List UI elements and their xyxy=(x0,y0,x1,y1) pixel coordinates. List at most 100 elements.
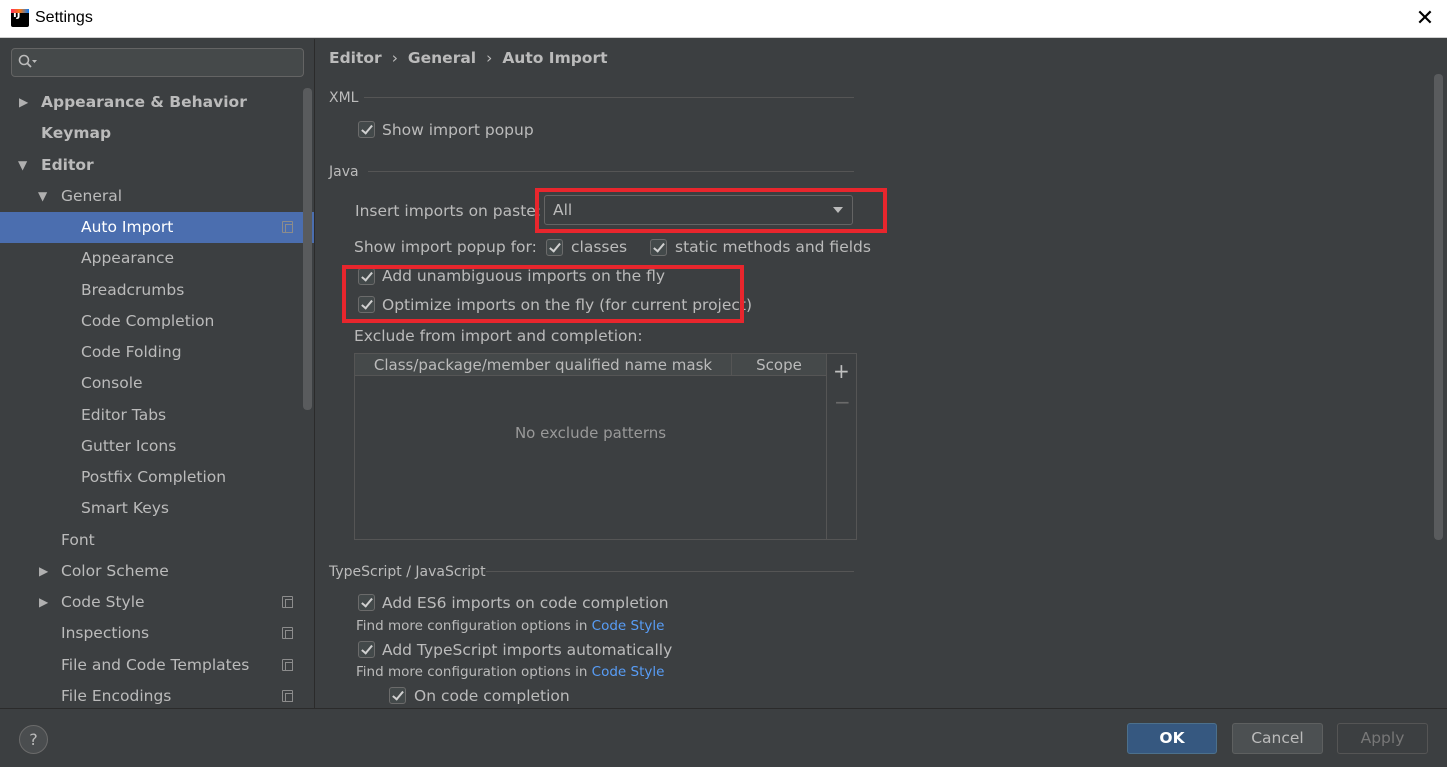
sidebar-item-editor-tabs[interactable]: Editor Tabs xyxy=(0,400,314,431)
sidebar-item-label: Editor Tabs xyxy=(81,406,167,424)
sidebar-item-code-completion[interactable]: Code Completion xyxy=(0,306,314,337)
on-code-completion-checkbox[interactable] xyxy=(389,687,406,704)
sidebar-item-keymap[interactable]: Keymap xyxy=(0,118,314,149)
sidebar-item-label: Smart Keys xyxy=(81,499,169,517)
sidebar-item-color-scheme[interactable]: ▶ Color Scheme xyxy=(0,556,314,587)
find-more-label: Find more configuration options in xyxy=(356,618,588,634)
settings-sidebar: ▶ Appearance & Behavior Keymap ▼ Editor … xyxy=(0,39,315,708)
breadcrumb-separator: › xyxy=(391,49,398,67)
ts-auto-imports-checkbox[interactable] xyxy=(358,641,375,658)
search-icon xyxy=(18,54,38,72)
find-more-text: Find more configuration options in Code … xyxy=(356,664,664,680)
project-settings-icon xyxy=(282,659,293,671)
table-header: Class/package/member qualified name mask… xyxy=(355,354,826,376)
ok-button[interactable]: OK xyxy=(1127,723,1217,754)
show-import-popup-label[interactable]: Show import popup xyxy=(382,121,534,139)
sidebar-item-label: Code Style xyxy=(61,593,145,611)
sidebar-item-console[interactable]: Console xyxy=(0,368,314,399)
intellij-logo-icon xyxy=(11,9,29,27)
empty-state-text: No exclude patterns xyxy=(514,424,667,442)
sidebar-item-appearance[interactable]: Appearance xyxy=(0,243,314,274)
sidebar-item-gutter-icons[interactable]: Gutter Icons xyxy=(0,431,314,462)
sidebar-item-label: Auto Import xyxy=(81,218,174,236)
table-toolbar-divider xyxy=(826,354,827,539)
exclude-table: Class/package/member qualified name mask… xyxy=(354,353,857,540)
content-scrollbar[interactable] xyxy=(1434,74,1443,540)
breadcrumb-separator: › xyxy=(486,49,493,67)
project-settings-icon xyxy=(282,596,293,608)
sidebar-item-file-encodings[interactable]: File Encodings xyxy=(0,681,314,708)
sidebar-item-code-style[interactable]: ▶ Code Style xyxy=(0,587,314,618)
project-settings-icon xyxy=(282,690,293,702)
help-icon[interactable]: ? xyxy=(19,725,48,754)
insert-imports-label: Insert imports on paste: xyxy=(355,202,542,220)
typescript-section-title: TypeScript / JavaScript xyxy=(329,564,486,580)
es6-imports-checkbox[interactable] xyxy=(358,594,375,611)
column-header-scope[interactable]: Scope xyxy=(732,354,826,376)
dialog-footer: ? OK Cancel Apply xyxy=(0,708,1447,767)
section-divider xyxy=(486,571,854,572)
sidebar-item-postfix-completion[interactable]: Postfix Completion xyxy=(0,462,314,493)
sidebar-item-label: Postfix Completion xyxy=(81,468,227,486)
sidebar-item-file-code-templates[interactable]: File and Code Templates xyxy=(0,650,314,681)
static-methods-label[interactable]: static methods and fields xyxy=(675,238,871,256)
breadcrumb: Editor › General › Auto Import xyxy=(329,49,608,67)
collapse-arrow-icon[interactable]: ▼ xyxy=(38,181,52,212)
settings-content: Editor › General › Auto Import XML Show impo… xyxy=(316,39,1447,708)
remove-pattern-button[interactable]: − xyxy=(834,390,851,414)
show-import-popup-checkbox[interactable] xyxy=(358,121,375,138)
highlight-box xyxy=(342,265,744,323)
sidebar-item-label: Font xyxy=(61,531,95,549)
breadcrumb-item[interactable]: Editor xyxy=(329,49,382,67)
sidebar-item-auto-import[interactable]: Auto Import xyxy=(0,212,314,243)
sidebar-item-label: Code Completion xyxy=(81,312,215,330)
sidebar-item-editor[interactable]: ▼ Editor xyxy=(0,150,314,181)
column-header-mask[interactable]: Class/package/member qualified name mask xyxy=(355,354,732,376)
sidebar-item-general[interactable]: ▼ General xyxy=(0,181,314,212)
highlight-box xyxy=(535,188,887,233)
title-bar: Settings ✕ xyxy=(0,0,1447,38)
sidebar-item-inspections[interactable]: Inspections xyxy=(0,618,314,649)
expand-arrow-icon[interactable]: ▶ xyxy=(39,587,53,618)
search-input[interactable] xyxy=(11,48,304,77)
sidebar-item-label: Console xyxy=(81,374,143,392)
collapse-arrow-icon[interactable]: ▼ xyxy=(18,150,32,181)
code-style-link[interactable]: Code Style xyxy=(592,618,665,634)
java-section-title: Java xyxy=(329,164,359,180)
sidebar-item-label: Editor xyxy=(41,156,94,174)
sidebar-item-label: File and Code Templates xyxy=(61,656,250,674)
expand-arrow-icon[interactable]: ▶ xyxy=(39,556,53,587)
sidebar-item-appearance-behavior[interactable]: ▶ Appearance & Behavior xyxy=(0,87,314,118)
exclude-label: Exclude from import and completion: xyxy=(354,327,643,345)
apply-button[interactable]: Apply xyxy=(1337,723,1428,754)
ts-auto-imports-label[interactable]: Add TypeScript imports automatically xyxy=(382,641,672,659)
find-more-label: Find more configuration options in xyxy=(356,664,588,680)
classes-checkbox[interactable] xyxy=(546,239,563,256)
on-code-completion-label[interactable]: On code completion xyxy=(414,687,570,705)
es6-imports-label[interactable]: Add ES6 imports on code completion xyxy=(382,594,669,612)
sidebar-item-label: Appearance & Behavior xyxy=(41,93,247,111)
static-methods-checkbox[interactable] xyxy=(650,239,667,256)
sidebar-item-label: Gutter Icons xyxy=(81,437,177,455)
sidebar-scrollbar[interactable] xyxy=(303,88,312,410)
sidebar-item-smart-keys[interactable]: Smart Keys xyxy=(0,493,314,524)
project-settings-icon xyxy=(282,221,293,233)
close-icon[interactable]: ✕ xyxy=(1410,4,1440,34)
code-style-link[interactable]: Code Style xyxy=(592,664,665,680)
xml-section-title: XML xyxy=(329,90,359,106)
classes-label[interactable]: classes xyxy=(571,238,627,256)
sidebar-item-label: Inspections xyxy=(61,624,150,642)
sidebar-item-label: File Encodings xyxy=(61,687,172,705)
expand-arrow-icon[interactable]: ▶ xyxy=(19,87,33,118)
breadcrumb-item[interactable]: General xyxy=(408,49,476,67)
project-settings-icon xyxy=(282,627,293,639)
sidebar-item-label: Color Scheme xyxy=(61,562,169,580)
breadcrumb-item: Auto Import xyxy=(502,49,608,67)
sidebar-item-code-folding[interactable]: Code Folding xyxy=(0,337,314,368)
add-pattern-button[interactable]: + xyxy=(833,359,850,383)
sidebar-item-breadcrumbs[interactable]: Breadcrumbs xyxy=(0,275,314,306)
cancel-button[interactable]: Cancel xyxy=(1232,723,1323,754)
sidebar-item-label: Appearance xyxy=(81,249,175,267)
sidebar-item-font[interactable]: Font xyxy=(0,525,314,556)
window-title: Settings xyxy=(35,9,93,26)
